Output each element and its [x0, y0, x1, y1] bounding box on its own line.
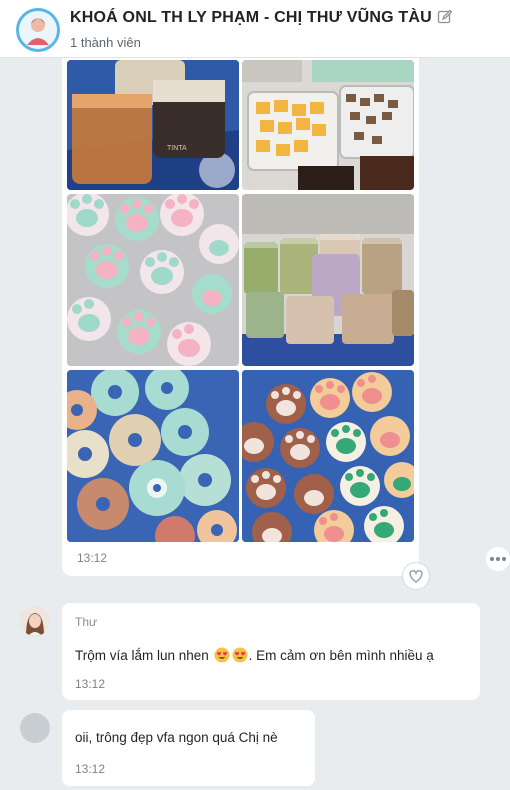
edit-icon[interactable] [437, 9, 453, 25]
photo-message-time: 13:12 [77, 551, 108, 565]
group-avatar-icon[interactable] [16, 8, 60, 52]
milk-tea-cups-photo[interactable] [242, 194, 414, 366]
paw-cookies-brown-photo[interactable] [242, 370, 414, 542]
message-bubble[interactable]: oii, trông đẹp vfa ngon quá Chị nè 13:12 [62, 710, 315, 786]
heart-eyes-emoji [214, 647, 230, 663]
message-text: Trộm vía lắm lun nhen . Em cảm ơn bên mì… [75, 647, 434, 663]
drinks-cups-photo[interactable]: TINTA [67, 60, 239, 190]
message-text-after: . Em cảm ơn bên mình nhiều ạ [248, 648, 434, 663]
avatar[interactable] [20, 606, 50, 636]
message-text-before: Trộm vía lắm lun nhen [75, 648, 209, 663]
photo-message: TINTA 13:12 [62, 58, 419, 576]
message-text: oii, trông đẹp vfa ngon quá Chị nè [75, 730, 278, 745]
message-bubble[interactable]: Thư Trộm vía lắm lun nhen . Em cảm ơn bê… [62, 603, 480, 700]
jelly-trays-photo[interactable] [242, 60, 414, 190]
paw-cookies-mint-photo[interactable] [67, 194, 239, 366]
heart-icon[interactable] [402, 562, 430, 590]
donut-cookies-photo[interactable] [67, 370, 239, 542]
heart-eyes-emoji [232, 647, 248, 663]
sender-name: Thư [75, 615, 98, 629]
member-count[interactable]: 1 thành viên [70, 35, 141, 50]
more-icon[interactable] [486, 547, 510, 571]
chat-title[interactable]: KHOÁ ONL TH LY PHẠM - CHỊ THƯ VŨNG TÀU [70, 9, 432, 27]
message-time: 13:12 [75, 762, 106, 776]
message-time: 13:12 [75, 677, 106, 691]
svg-text:TINTA: TINTA [167, 145, 187, 152]
chat-header: KHOÁ ONL TH LY PHẠM - CHỊ THƯ VŨNG TÀU 1… [0, 0, 510, 58]
avatar[interactable] [20, 713, 50, 743]
